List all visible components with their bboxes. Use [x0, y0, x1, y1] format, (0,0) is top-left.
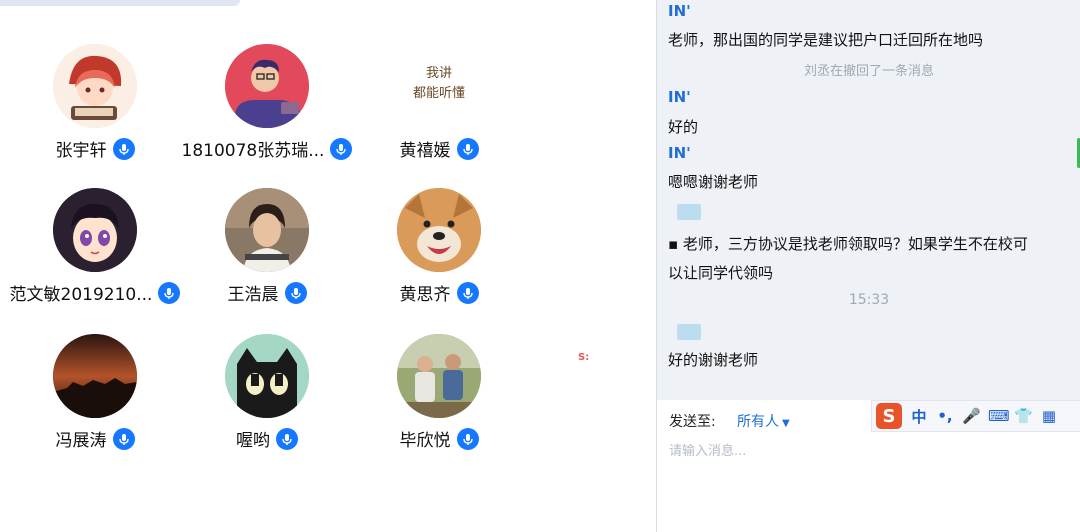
message-sender: IN' — [668, 2, 691, 20]
message-text: 嗯嗯谢谢老师 — [668, 173, 759, 191]
participant-tile[interactable]: 冯展涛 — [0, 334, 190, 451]
microphone-icon[interactable]: 🎤 — [962, 407, 981, 425]
participant-name: 张宇轩 — [55, 141, 107, 161]
participant-name: 黄禧媛 — [399, 141, 451, 161]
message-text: 老师，那出国的同学是建议把户口迁回所在地吗 — [668, 31, 984, 49]
toolbox-icon[interactable]: ▦ — [1040, 407, 1058, 425]
blurred-sender — [677, 324, 701, 340]
sticker-text-line: 我讲 — [425, 66, 452, 81]
participant-tile[interactable]: 张宇轩 — [0, 44, 190, 161]
timestamp: 15:33 — [848, 292, 890, 308]
message-text: 好的谢谢老师 — [668, 351, 759, 369]
message-text: 好的 — [668, 118, 699, 136]
skin-icon[interactable]: 👕 — [1014, 407, 1033, 425]
dog-avatar — [397, 188, 481, 272]
participant-tile[interactable]: 我讲 都能听懂 黄禧媛 — [344, 44, 534, 161]
ime-toolbar: S 中 •, 🎤 ⌨ 👕 ▦ — [871, 400, 1080, 432]
send-to-label: 发送至: — [669, 414, 716, 430]
message-sender: IN' — [668, 144, 691, 162]
message-composer: 发送至: 所有人 ▼ 请输入消息... S 中 •, 🎤 ⌨ 👕 ▦ — [657, 400, 1080, 532]
sogou-logo-icon[interactable]: S — [876, 403, 902, 429]
verified-badge-icon — [276, 427, 298, 450]
chat-panel: IN' 老师，那出国的同学是建议把户口迁回所在地吗 刘丞在撤回了一条消息 IN'… — [656, 0, 1080, 532]
message-input[interactable]: 请输入消息... — [669, 440, 746, 459]
participant-name: 1810078张苏瑞... — [181, 141, 325, 161]
group-photo-avatar — [397, 334, 481, 418]
participant-name: 王浩晨 — [227, 285, 279, 305]
black-cat-avatar — [225, 334, 309, 418]
participant-name: 范文敏2019210... — [9, 285, 153, 305]
sunset-avatar — [53, 334, 137, 418]
photo-person-avatar — [225, 188, 309, 272]
verified-badge-icon — [284, 281, 307, 304]
participant-tile[interactable]: 范文敏2019210... — [0, 188, 190, 305]
anime-face-avatar — [53, 188, 137, 272]
participant-name: 冯展涛 — [55, 431, 107, 451]
verified-badge-icon — [456, 137, 479, 160]
verified-badge-icon — [112, 427, 135, 450]
message-list: IN' 老师，那出国的同学是建议把户口迁回所在地吗 刘丞在撤回了一条消息 IN'… — [657, 0, 1080, 400]
message-text: ▪ 老师，三方协议是找老师领取吗？如果学生不在校可 — [668, 235, 1028, 253]
sticker-text-line: 都能听懂 — [412, 86, 465, 101]
verified-badge-icon — [456, 281, 479, 304]
message-sender: IN' — [668, 88, 691, 106]
message-text: 以让同学代领吗 — [668, 264, 774, 282]
punctuation-icon[interactable]: •, — [936, 407, 954, 425]
participant-tile[interactable]: 1810078张苏瑞... — [172, 44, 362, 161]
participant-tile[interactable]: 黄思齐 — [344, 188, 534, 305]
participant-tile[interactable]: 王浩晨 — [172, 188, 362, 305]
anime-girl-avatar — [53, 44, 137, 128]
participant-tile[interactable]: 毕欣悦 — [344, 334, 534, 451]
cartoon-man-avatar — [225, 44, 309, 128]
ime-tray-icon[interactable]: S: — [578, 352, 589, 363]
participant-name: 喔哟 — [236, 431, 270, 451]
recipient-dropdown[interactable]: 所有人 ▼ — [737, 411, 790, 431]
caret-down-icon: ▼ — [782, 418, 790, 429]
text-sticker-avatar: 我讲 都能听懂 — [397, 44, 481, 128]
participant-name: 毕欣悦 — [399, 431, 451, 451]
keyboard-icon[interactable]: ⌨ — [988, 407, 1010, 425]
recall-notice: 刘丞在撤回了一条消息 — [803, 64, 934, 79]
chinese-mode-icon[interactable]: 中 — [910, 406, 928, 427]
participant-tile[interactable]: 喔哟 — [172, 334, 362, 451]
recipient-value: 所有人 — [737, 414, 779, 430]
participant-grid: 张宇轩 1810078张苏瑞... 我讲 都能听懂 黄禧媛 范文敏2019210… — [0, 0, 640, 532]
participant-name: 黄思齐 — [399, 285, 451, 305]
verified-badge-icon — [456, 427, 479, 450]
blurred-sender — [677, 204, 701, 220]
verified-badge-icon — [112, 137, 135, 160]
